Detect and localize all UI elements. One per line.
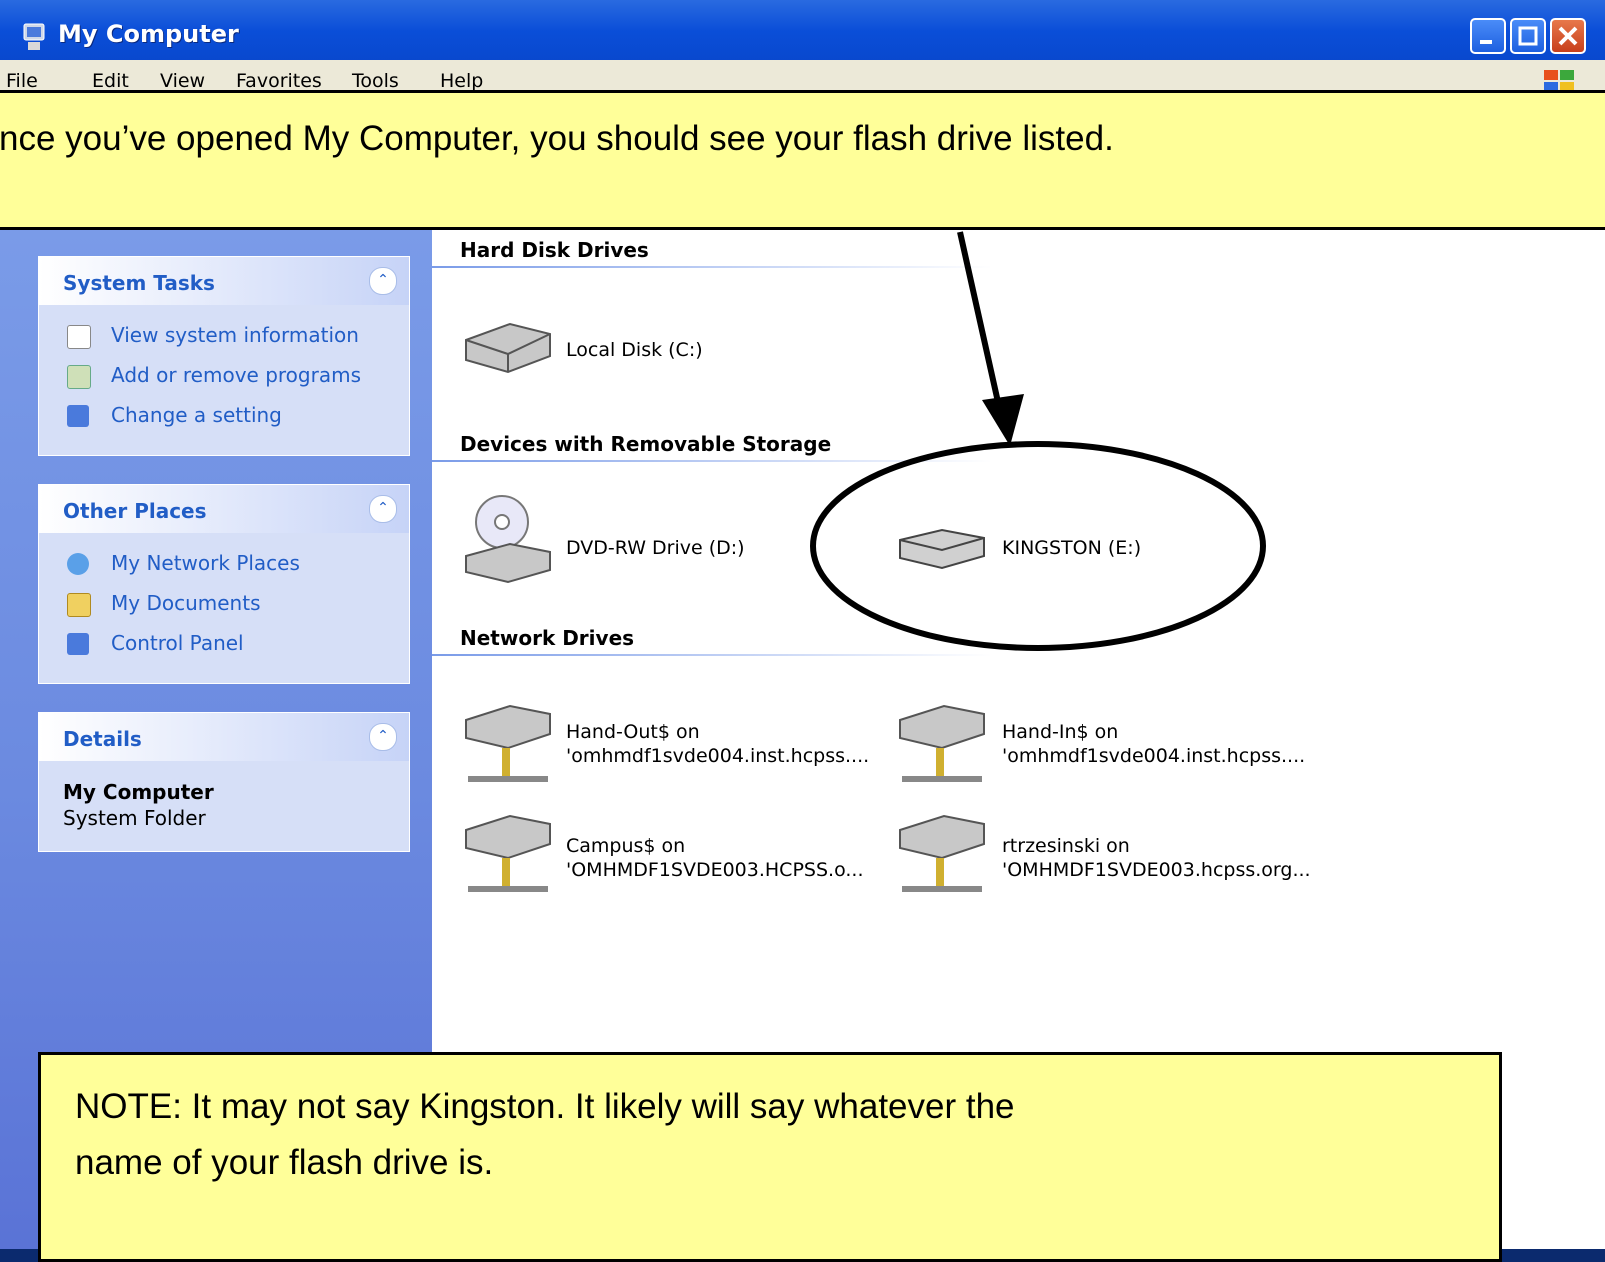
drive-line: Hand-Out$ on bbox=[566, 721, 700, 743]
place-label: My Network Places bbox=[111, 551, 300, 575]
details-title: Details bbox=[63, 727, 142, 751]
dvd-drive-icon bbox=[465, 495, 551, 584]
drive-line: 'omhmdf1svde004.inst.hcpss.... bbox=[566, 745, 870, 767]
details-panel: Details ⌃ My Computer System Folder bbox=[38, 712, 410, 852]
note-callout-bottom: NOTE: It may not say Kingston. It likely… bbox=[38, 1052, 1502, 1262]
place-my-network-places[interactable]: My Network Places bbox=[39, 547, 409, 587]
my-documents-icon bbox=[67, 593, 91, 617]
network-places-icon bbox=[67, 553, 89, 575]
collapse-chevron-icon[interactable]: ⌃ bbox=[369, 267, 397, 295]
place-label: Control Panel bbox=[111, 631, 244, 655]
drive-line: rtrzesinski on bbox=[1002, 835, 1130, 857]
maximize-button[interactable] bbox=[1510, 18, 1546, 54]
removable-drive-icon bbox=[899, 528, 985, 570]
collapse-chevron-icon[interactable]: ⌃ bbox=[369, 495, 397, 523]
menu-help[interactable]: Help bbox=[440, 70, 483, 92]
add-remove-programs-icon bbox=[67, 365, 91, 389]
drive-line: Campus$ on bbox=[566, 835, 686, 857]
menu-file[interactable]: File bbox=[6, 70, 38, 92]
note-line: name of your flash drive is. bbox=[75, 1143, 494, 1182]
menu-edit[interactable]: Edit bbox=[92, 70, 129, 92]
task-label: Change a setting bbox=[111, 403, 282, 427]
drive-line: 'OMHMDF1SVDE003.HCPSS.o... bbox=[566, 859, 864, 881]
control-panel-icon bbox=[67, 633, 89, 655]
network-drive-icon bbox=[899, 704, 985, 782]
drive-line: 'OMHMDF1SVDE003.hcpss.org... bbox=[1002, 859, 1311, 881]
menu-view[interactable]: View bbox=[160, 70, 205, 92]
other-places-panel: Other Places ⌃ My Network Places My Docu… bbox=[38, 484, 410, 684]
task-add-remove-programs[interactable]: Add or remove programs bbox=[39, 359, 409, 399]
drive-dvd-rw[interactable]: DVD-RW Drive (D:) bbox=[566, 536, 745, 560]
section-divider bbox=[432, 460, 992, 462]
minimize-button[interactable] bbox=[1470, 18, 1506, 54]
details-name: My Computer bbox=[63, 780, 214, 804]
drive-hand-in[interactable]: Hand-In$ on 'omhmdf1svde004.inst.hcpss..… bbox=[1002, 720, 1305, 768]
task-view-system-info[interactable]: View system information bbox=[39, 319, 409, 359]
task-label: View system information bbox=[111, 323, 359, 347]
my-computer-icon bbox=[23, 23, 45, 50]
place-control-panel[interactable]: Control Panel bbox=[39, 627, 409, 667]
instruction-callout-top: nce you’ve opened My Computer, you shoul… bbox=[0, 90, 1605, 230]
system-tasks-header[interactable]: System Tasks ⌃ bbox=[39, 257, 409, 305]
place-my-documents[interactable]: My Documents bbox=[39, 587, 409, 627]
place-label: My Documents bbox=[111, 591, 261, 615]
section-removable-storage: Devices with Removable Storage bbox=[460, 432, 832, 456]
window-title: My Computer bbox=[58, 20, 239, 48]
menu-favorites[interactable]: Favorites bbox=[236, 70, 322, 92]
callout-text: nce you’ve opened My Computer, you shoul… bbox=[0, 119, 1114, 158]
close-icon bbox=[1558, 26, 1578, 46]
section-divider bbox=[432, 266, 992, 268]
hard-disk-icon bbox=[465, 322, 551, 374]
drive-line: Hand-In$ on bbox=[1002, 721, 1119, 743]
section-hard-disk-drives: Hard Disk Drives bbox=[460, 238, 649, 262]
control-panel-icon bbox=[67, 405, 89, 427]
collapse-chevron-icon[interactable]: ⌃ bbox=[369, 723, 397, 751]
drive-line: 'omhmdf1svde004.inst.hcpss.... bbox=[1002, 745, 1306, 767]
other-places-title: Other Places bbox=[63, 499, 207, 523]
network-drive-icon bbox=[899, 814, 985, 892]
network-drive-icon bbox=[465, 704, 551, 782]
drive-campus[interactable]: Campus$ on 'OMHMDF1SVDE003.HCPSS.o... bbox=[566, 834, 863, 882]
note-line: NOTE: It may not say Kingston. It likely… bbox=[75, 1087, 1015, 1126]
minimize-icon bbox=[1480, 40, 1492, 44]
close-button[interactable] bbox=[1550, 18, 1586, 54]
menu-tools[interactable]: Tools bbox=[352, 70, 399, 92]
details-type: System Folder bbox=[63, 806, 206, 830]
system-tasks-title: System Tasks bbox=[63, 271, 215, 295]
task-change-setting[interactable]: Change a setting bbox=[39, 399, 409, 439]
drive-rtrzesinski[interactable]: rtrzesinski on 'OMHMDF1SVDE003.hcpss.org… bbox=[1002, 834, 1311, 882]
drive-hand-out[interactable]: Hand-Out$ on 'omhmdf1svde004.inst.hcpss.… bbox=[566, 720, 869, 768]
drive-kingston[interactable]: KINGSTON (E:) bbox=[1002, 536, 1141, 560]
section-network-drives: Network Drives bbox=[460, 626, 635, 650]
section-divider bbox=[432, 654, 992, 656]
maximize-icon bbox=[1518, 26, 1538, 46]
system-tasks-panel: System Tasks ⌃ View system information A… bbox=[38, 256, 410, 456]
details-header[interactable]: Details ⌃ bbox=[39, 713, 409, 761]
network-drive-icon bbox=[465, 814, 551, 892]
drive-local-disk[interactable]: Local Disk (C:) bbox=[566, 338, 703, 362]
other-places-header[interactable]: Other Places ⌃ bbox=[39, 485, 409, 533]
task-label: Add or remove programs bbox=[111, 363, 361, 387]
system-info-icon bbox=[67, 325, 91, 349]
